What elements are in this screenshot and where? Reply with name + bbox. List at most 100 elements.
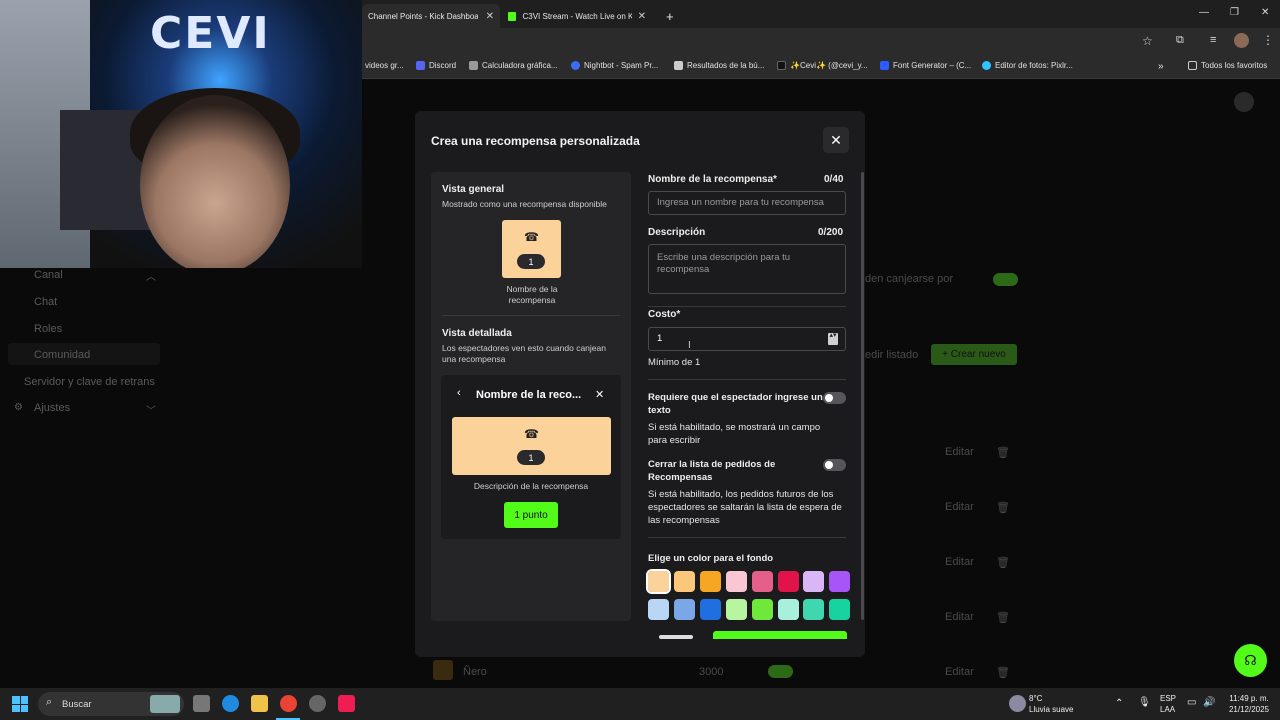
tab-channel-points[interactable]: Channel Points - Kick Dashboa ✕	[362, 4, 500, 28]
sidebar-item-settings[interactable]: Ajustes	[34, 402, 70, 414]
cancel-button[interactable]	[659, 635, 693, 639]
bookmark-item[interactable]: Nightbot - Spam Pr...	[571, 61, 658, 70]
network-icon[interactable]: ▭	[1187, 698, 1196, 708]
task-view-icon[interactable]	[193, 695, 210, 712]
color-swatch[interactable]	[673, 571, 695, 592]
help-chat-icon[interactable]: ☊	[1234, 644, 1267, 677]
star-icon[interactable]: ☆	[1142, 34, 1153, 48]
edit-button[interactable]: Editar	[945, 446, 974, 458]
restore-icon[interactable]: ❐	[1230, 7, 1239, 18]
bookmark-item[interactable]: videos gr...	[365, 61, 404, 70]
color-swatch[interactable]	[646, 569, 671, 594]
trash-icon[interactable]: 🗑	[996, 556, 1010, 569]
color-swatch[interactable]	[803, 571, 825, 592]
bg-toggle[interactable]	[993, 273, 1018, 286]
avatar[interactable]	[1234, 33, 1249, 48]
detailed-cost-pill: 1	[517, 450, 545, 465]
bookmark-item[interactable]: Calculadora gráfica...	[469, 61, 558, 70]
clock-time[interactable]: 11:49 p. m.	[1226, 694, 1272, 704]
color-swatch[interactable]	[648, 599, 669, 620]
color-swatch[interactable]	[829, 571, 851, 592]
pixlr-icon	[982, 61, 991, 70]
bookmark-item[interactable]: ✨Cevi✨ (@cevi_y...	[777, 61, 868, 70]
color-swatch[interactable]	[751, 599, 773, 620]
close-queue-toggle[interactable]	[823, 459, 846, 471]
color-swatch[interactable]	[673, 599, 695, 620]
sidebar-section-canal[interactable]: Canal	[34, 269, 63, 281]
sidebar-item-comunidad[interactable]: Comunidad	[34, 349, 90, 361]
webcam-person	[140, 95, 290, 268]
bookmark-item[interactable]: Editor de fotos: Pixlr...	[982, 61, 1073, 70]
cost-input[interactable]: 1	[648, 327, 846, 351]
hide-list-text[interactable]: edir listado	[865, 349, 918, 361]
create-button[interactable]	[713, 631, 847, 639]
text-cursor-icon: I	[688, 340, 691, 351]
calculator-icon	[469, 61, 478, 70]
language-indicator[interactable]: ESP	[1160, 694, 1176, 704]
color-swatch[interactable]	[725, 599, 747, 620]
sidebar-item-server-key[interactable]: Servidor y clave de retrans	[24, 376, 155, 388]
media-icon[interactable]: ≡	[1210, 34, 1216, 46]
taskbar-search[interactable]: ⌕ Buscar	[38, 692, 184, 716]
bookmark-item[interactable]: Font Generator – (C...	[880, 61, 971, 70]
windows-start-icon[interactable]	[12, 696, 28, 712]
taskbar: ⌕ Buscar 8°C Lluvia suave ⌃ 🎙 ESP LAA ▭ …	[0, 688, 1280, 720]
bookmark-item[interactable]: Discord	[416, 61, 456, 70]
minimize-icon[interactable]: —	[1199, 7, 1209, 18]
edit-button[interactable]: Editar	[945, 501, 974, 513]
trash-icon[interactable]: 🗑	[996, 446, 1010, 459]
profile-avatar[interactable]	[1234, 92, 1254, 112]
file-explorer-icon[interactable]	[251, 695, 268, 712]
weather-icon[interactable]	[1009, 695, 1026, 712]
tab-c3vi-stream[interactable]: C3VI Stream - Watch Live on Ki ✕	[502, 4, 652, 28]
obs-icon[interactable]	[309, 695, 326, 712]
trash-icon[interactable]: 🗑	[996, 666, 1010, 679]
extensions-icon[interactable]: ⧉	[1176, 34, 1184, 47]
reward-name-input[interactable]: Ingresa un nombre para tu recompensa	[648, 191, 846, 215]
tiktok-live-icon[interactable]	[338, 695, 355, 712]
microphone-icon[interactable]: 🎙	[1138, 698, 1151, 708]
create-new-button[interactable]: + Crear nuevo	[931, 344, 1017, 365]
color-swatch[interactable]	[725, 571, 747, 592]
color-swatch[interactable]	[777, 599, 799, 620]
new-tab-button[interactable]: +	[660, 4, 680, 28]
more-bookmarks-icon[interactable]: »	[1158, 61, 1164, 72]
detailed-heading: Vista detallada	[442, 328, 512, 339]
sidebar-item-chat[interactable]: Chat	[34, 296, 57, 308]
gear-icon: ⚙	[14, 402, 23, 413]
chevron-down-icon[interactable]: ﹀	[146, 402, 156, 417]
close-modal-button[interactable]: ✕	[823, 127, 849, 153]
trash-icon[interactable]: 🗑	[996, 611, 1010, 624]
close-window-icon[interactable]: ✕	[1261, 7, 1269, 18]
edit-button[interactable]: Editar	[945, 611, 974, 623]
sidebar-item-roles[interactable]: Roles	[34, 323, 62, 335]
edit-button[interactable]: Editar	[945, 666, 974, 678]
color-swatch[interactable]	[829, 599, 851, 620]
volume-icon[interactable]: 🔊	[1203, 698, 1215, 708]
close-tab-icon[interactable]: ✕	[638, 11, 646, 22]
color-swatch[interactable]	[803, 599, 825, 620]
chevron-up-icon[interactable]: ︿	[146, 268, 156, 283]
edge-icon[interactable]	[222, 695, 239, 712]
name-char-count: 0/40	[824, 174, 844, 185]
color-swatch[interactable]	[699, 571, 721, 592]
color-swatch[interactable]	[751, 571, 773, 592]
description-textarea[interactable]: Escribe una descripción para tu recompen…	[648, 244, 846, 294]
chevron-up-icon[interactable]: ⌃	[1115, 699, 1123, 709]
color-swatch[interactable]	[777, 571, 799, 592]
discord-icon	[416, 61, 425, 70]
require-input-toggle[interactable]	[823, 392, 846, 404]
detailed-preview-box: ‹ Nombre de la reco... ✕ ☎ 1 Descripción…	[441, 375, 621, 539]
modal-scrollbar[interactable]	[861, 172, 864, 620]
language-variant: LAA	[1160, 705, 1176, 714]
edit-button[interactable]: Editar	[945, 556, 974, 568]
trash-icon[interactable]: 🗑	[996, 501, 1010, 514]
chrome-icon[interactable]	[280, 695, 297, 712]
color-swatch[interactable]	[699, 599, 721, 620]
bookmark-item[interactable]: Resultados de la bú...	[674, 61, 764, 70]
reward-toggle[interactable]	[768, 665, 793, 678]
menu-icon[interactable]: ⋮	[1262, 33, 1274, 47]
close-tab-icon[interactable]: ✕	[486, 11, 494, 22]
number-stepper-icon[interactable]: ▴▾	[828, 332, 838, 345]
all-favorites[interactable]: Todos los favoritos	[1188, 61, 1267, 70]
